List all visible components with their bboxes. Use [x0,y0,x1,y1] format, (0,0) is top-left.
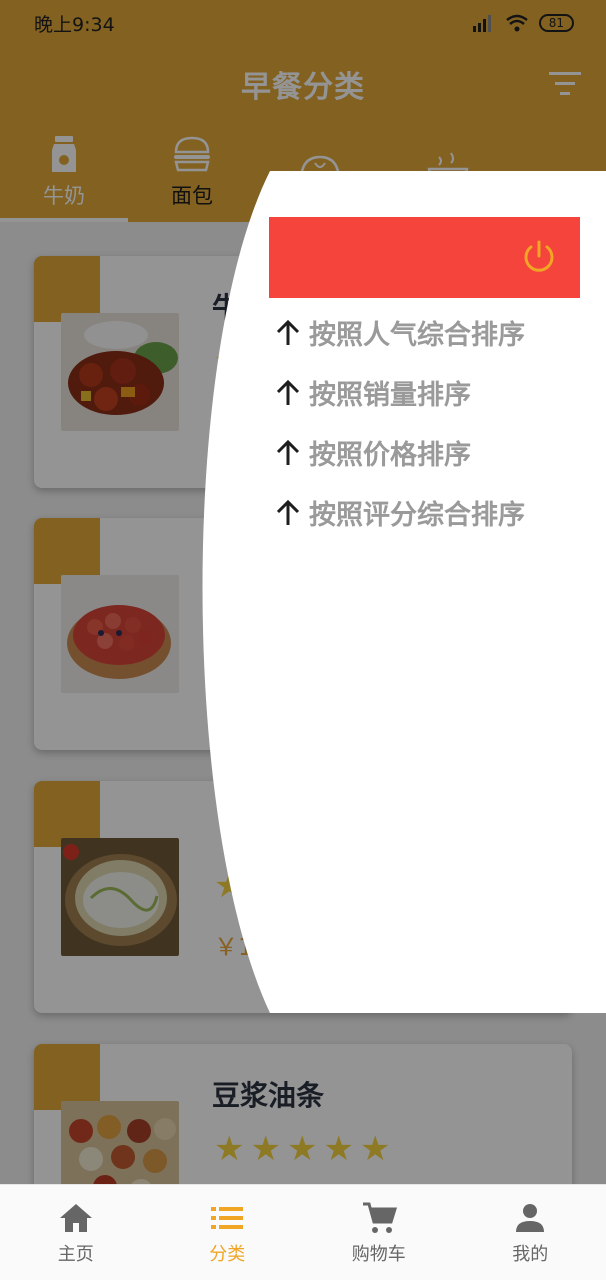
nav-cart[interactable]: 购物车 [303,1185,455,1280]
bottom-nav: 主页 分类 购物车 我的 [0,1184,606,1280]
sort-by-rating[interactable]: 按照评分综合排序 [273,493,525,532]
sort-label: 按照评分综合排序 [309,500,525,531]
sort-label: 按照销量排序 [309,380,471,411]
sort-label: 按照价格排序 [309,440,471,471]
power-icon[interactable] [521,239,557,275]
arrow-up-icon [273,378,303,408]
sort-by-price[interactable]: 按照价格排序 [273,433,471,472]
home-icon [59,1203,92,1232]
arrow-up-icon [273,438,303,468]
panel-header [269,217,580,298]
arrow-up-icon [273,498,303,528]
nav-category[interactable]: 分类 [152,1185,304,1280]
list-icon [211,1206,244,1229]
nav-label: 主页 [57,1243,94,1265]
nav-label: 分类 [209,1243,246,1265]
nav-me[interactable]: 我的 [455,1185,606,1280]
nav-label: 购物车 [351,1243,406,1265]
nav-home[interactable]: 主页 [0,1185,152,1280]
nav-label: 我的 [512,1243,549,1265]
sort-by-sales[interactable]: 按照销量排序 [273,373,471,412]
arrow-up-icon [273,318,303,348]
sort-label: 按照人气综合排序 [309,320,525,351]
sort-by-popularity[interactable]: 按照人气综合排序 [273,313,525,352]
cart-icon [362,1202,397,1233]
sort-panel: 按照人气综合排序 按照销量排序 按照价格排序 按照评分综合排序 [200,171,606,1013]
person-icon [516,1203,545,1232]
